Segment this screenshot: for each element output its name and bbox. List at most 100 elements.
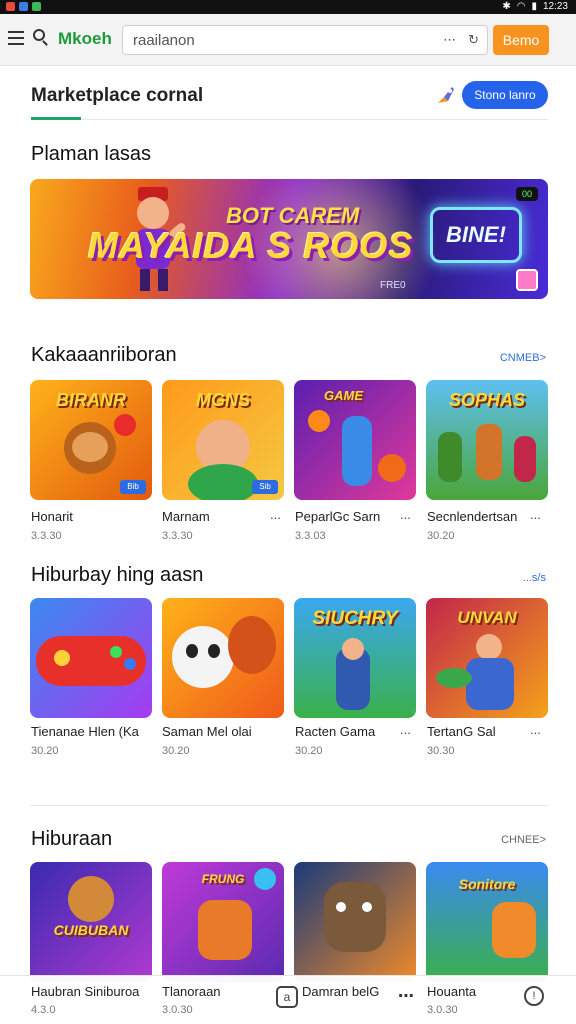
tile-art-title: MGNS (196, 390, 250, 410)
status-bar: ✱ ◠ ▮ 12:23 (0, 0, 576, 14)
panda-image (172, 626, 234, 688)
help-icon[interactable]: ! (524, 986, 544, 1006)
app-notification-icon (6, 2, 15, 11)
address-text: raailanon (133, 32, 195, 49)
tile-art-title: Sonitore (458, 876, 516, 892)
see-more-link[interactable]: ...s/s (523, 572, 546, 584)
divider (31, 119, 548, 120)
game-name[interactable]: Tienanae Hlen (Ka (31, 724, 139, 739)
banner-badge: 00 (516, 187, 538, 201)
title-underline (31, 117, 81, 120)
fox-image (492, 902, 536, 958)
character-image (198, 900, 252, 960)
section-title: Hiburbay hing aasn (31, 564, 204, 586)
header-action-button[interactable]: Stono lanro (462, 81, 548, 109)
page-title: Marketplace cornal (31, 85, 204, 106)
game-name[interactable]: Racten Gama (295, 724, 375, 739)
nav-item-label[interactable]: Damran belG (302, 984, 379, 999)
address-bar[interactable]: raailanon ⋯ ↻ (122, 25, 488, 55)
nav-item-sub: 4.3.0 (31, 1004, 56, 1016)
nav-item-label[interactable]: Tlanoraan (162, 984, 221, 999)
game-tile[interactable]: Sonitore (426, 862, 548, 982)
bluetooth-icon: ✱ (502, 1, 511, 12)
nav-item-label[interactable]: Haubran Siniburoa (31, 984, 139, 999)
tile-art-title: GAME (324, 388, 363, 403)
featured-banner[interactable]: BOT CAREM MAYAIDA S ROOS BINE! 00 FRE0 (30, 179, 548, 299)
menu-icon[interactable] (8, 31, 24, 45)
clock: 12:23 (542, 1, 568, 12)
see-more-link[interactable]: CNMEB> (500, 352, 546, 364)
game-tile[interactable] (162, 598, 284, 718)
game-tile[interactable]: FRUNG (162, 862, 284, 982)
game-meta: 30.20 (162, 745, 190, 757)
character-image (342, 416, 372, 486)
more-icon[interactable]: ... (400, 507, 411, 522)
section-title: Kakaaanriiboran (31, 344, 177, 366)
refresh-icon[interactable]: ↻ (468, 32, 479, 48)
tile-art-title: BIRANR (56, 390, 126, 410)
app-notification-icon (32, 2, 41, 11)
tile-art-title: CUIBUBAN (53, 922, 129, 938)
game-tile[interactable]: MGNS Sib (162, 380, 284, 500)
character-image (476, 634, 502, 660)
nav-item-label[interactable]: Houanta (427, 984, 476, 999)
browser-toolbar: Mkoeh raailanon ⋯ ↻ Bemo (0, 14, 576, 66)
game-meta: 3.3.30 (162, 530, 193, 542)
game-meta: 3.3.30 (31, 530, 62, 542)
battery-icon: ▮ (531, 1, 537, 12)
more-icon[interactable]: ... (270, 507, 281, 522)
game-meta: 30.20 (31, 745, 59, 757)
game-tile[interactable]: UNVAN (426, 598, 548, 718)
rocket-icon[interactable] (434, 83, 458, 107)
game-name[interactable]: Honarit (31, 509, 73, 524)
section-title: Hiburaan (31, 828, 113, 850)
go-button[interactable]: Bemo (493, 25, 549, 55)
tile-art-title: SIUCHRY (312, 608, 398, 629)
banner-headline: MAYAIDA S ROOS (88, 225, 414, 266)
game-name[interactable]: TertanG Sal (427, 724, 496, 739)
more-icon[interactable]: ... (530, 507, 541, 522)
game-tile[interactable]: GAME (294, 380, 416, 500)
wolf-image (324, 882, 386, 952)
bear-image (68, 876, 114, 922)
system-status: ✱ ◠ ▮ 12:23 (502, 1, 568, 12)
brand-logo[interactable]: Mkoeh (58, 29, 112, 49)
bottom-navigation: Haubran Siniburoa 4.3.0 Tlanoraan 3.0.30… (0, 975, 576, 1024)
bookmark-icon[interactable]: a (276, 986, 298, 1008)
game-meta: 30.30 (427, 745, 455, 757)
banner-logo: BINE! (430, 207, 522, 263)
see-more-link[interactable]: CHNEE> (501, 834, 546, 846)
game-name[interactable]: Secnlendertsan (427, 509, 517, 524)
notification-icons (6, 2, 41, 11)
app-notification-icon (19, 2, 28, 11)
game-name[interactable]: Marnam (162, 509, 210, 524)
search-icon[interactable] (33, 29, 49, 47)
tile-badge: Bib (120, 480, 146, 494)
wifi-icon: ◠ (516, 1, 526, 12)
divider (30, 805, 548, 806)
game-tile[interactable]: CUIBUBAN (30, 862, 152, 982)
game-tile[interactable]: BIRANR Bib (30, 380, 152, 500)
banner-footnote: FRE0 (380, 280, 406, 291)
game-tile[interactable] (294, 862, 416, 982)
game-tile[interactable]: SOPHAS (426, 380, 548, 500)
game-tile[interactable]: SIUCHRY (294, 598, 416, 718)
section-title: Plaman lasas (31, 143, 152, 165)
tile-art-title: UNVAN (457, 608, 517, 627)
game-name[interactable]: Saman Mel olai (162, 724, 252, 739)
game-tile[interactable] (30, 598, 152, 718)
game-meta: 30.20 (427, 530, 455, 542)
more-icon[interactable]: ... (400, 722, 411, 737)
game-meta: 3.3.03 (295, 530, 326, 542)
expand-icon[interactable] (516, 269, 538, 291)
tile-badge: Sib (252, 480, 278, 494)
nav-item-sub: 3.0.30 (427, 1004, 458, 1016)
game-meta: 30.20 (295, 745, 323, 757)
character-image (438, 432, 462, 482)
more-icon[interactable]: ⋯ (443, 32, 456, 48)
nav-item-sub: 3.0.30 (162, 1004, 193, 1016)
more-icon[interactable]: ⋯ (398, 986, 414, 1006)
game-name[interactable]: PeparlGc Sarn (295, 509, 380, 524)
tile-art-title: SOPHAS (448, 390, 526, 410)
more-icon[interactable]: ... (530, 722, 541, 737)
